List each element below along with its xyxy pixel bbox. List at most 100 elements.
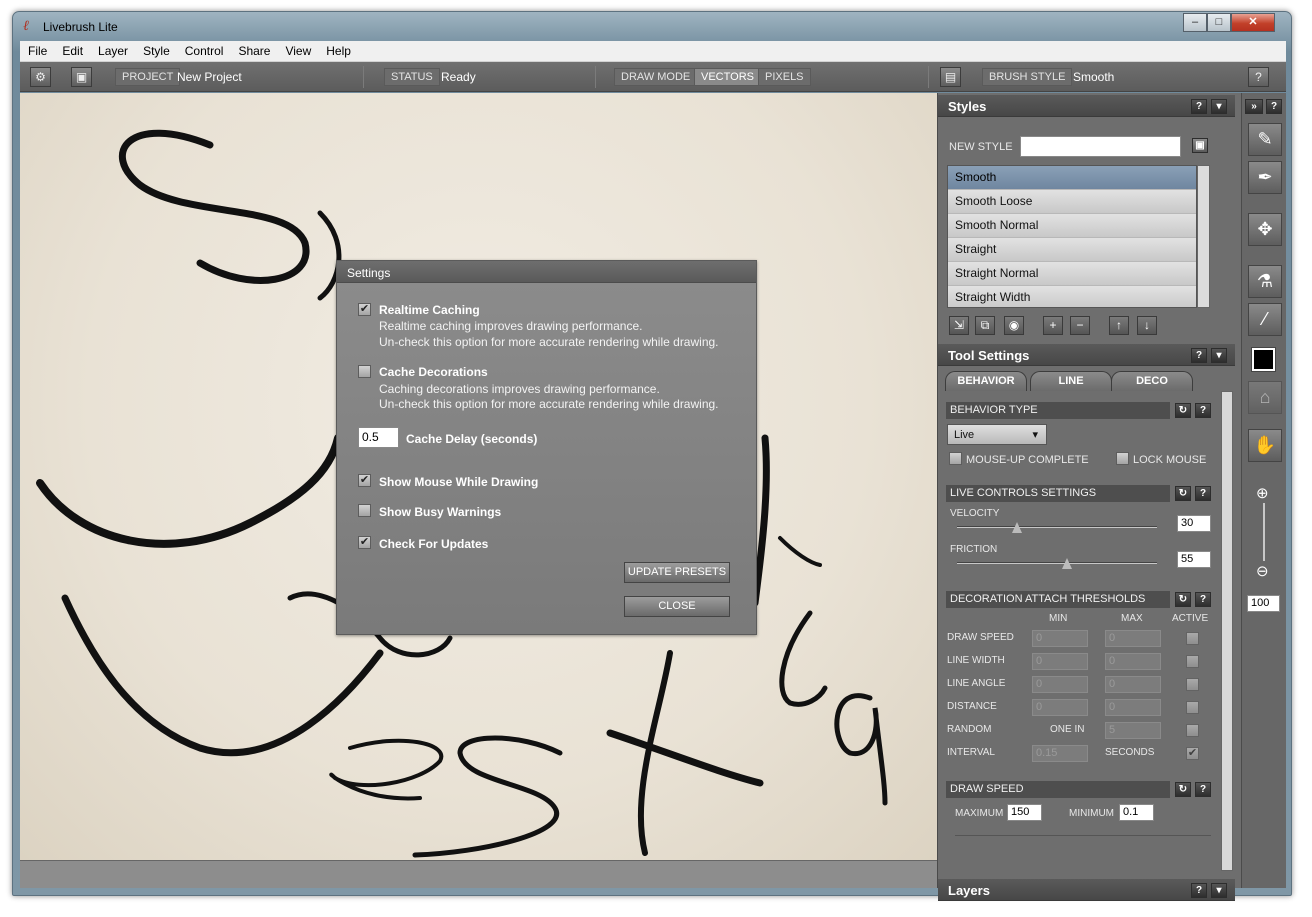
brush-preset-icon[interactable]: ▤ [940,67,961,87]
velocity-slider[interactable] [957,526,1157,528]
add-style-icon[interactable]: + [1043,316,1063,335]
line-angle-active-checkbox[interactable] [1186,678,1199,691]
import-style-icon[interactable]: ⇲ [949,316,969,335]
realtime-caching-checkbox[interactable]: ✔ [358,303,371,316]
menu-view[interactable]: View [277,41,318,58]
color-swatch[interactable] [1251,347,1276,372]
zoom-input[interactable]: 100 [1247,595,1280,612]
minimize-button[interactable]: – [1183,13,1207,32]
remove-style-icon[interactable]: − [1070,316,1090,335]
tab-behavior[interactable]: BEHAVIOR [945,371,1027,391]
reset-icon[interactable]: ↻ [1175,486,1191,501]
menu-layer[interactable]: Layer [90,41,135,58]
menu-file[interactable]: File [20,41,54,58]
pen-tool-icon[interactable]: ✒ [1248,161,1282,194]
line-width-active-checkbox[interactable] [1186,655,1199,668]
velocity-input[interactable]: 30 [1177,515,1211,532]
maximize-button[interactable]: □ [1207,13,1231,32]
update-presets-button[interactable]: UPDATE PRESETS [624,562,730,583]
line-angle-max[interactable]: 0 [1105,676,1161,693]
hand-tool-icon[interactable]: ✋ [1248,429,1282,462]
close-window-button[interactable]: ✕ [1231,13,1275,32]
tool-settings-collapse-icon[interactable]: ▾ [1211,348,1227,363]
save-disk-icon[interactable]: ▣ [71,67,92,87]
menu-edit[interactable]: Edit [54,41,90,58]
menu-share[interactable]: Share [230,41,277,58]
transform-tool-icon[interactable]: ✥ [1248,213,1282,246]
friction-slider[interactable] [957,562,1157,564]
velocity-slider-thumb[interactable] [1012,522,1022,533]
menu-control[interactable]: Control [177,41,231,58]
help-icon[interactable]: ? [1195,592,1211,607]
layers-help-icon[interactable]: ? [1191,883,1207,898]
distance-min[interactable]: 0 [1032,699,1088,716]
layers-collapse-icon[interactable]: ▾ [1211,883,1227,898]
random-value[interactable]: 5 [1105,722,1161,739]
minimum-input[interactable]: 0.1 [1119,804,1154,821]
help-icon[interactable]: ? [1195,782,1211,797]
list-item[interactable]: Straight Width [948,286,1196,307]
show-mouse-checkbox[interactable]: ✔ [358,474,371,487]
list-item[interactable]: Straight [948,238,1196,262]
fill-tool-icon[interactable]: ⚗ [1248,265,1282,298]
friction-input[interactable]: 55 [1177,551,1211,568]
list-item[interactable]: Smooth Normal [948,214,1196,238]
friction-slider-thumb[interactable] [1062,558,1072,569]
help-button[interactable]: ? [1248,67,1269,87]
menu-style[interactable]: Style [135,41,177,58]
close-button[interactable]: CLOSE [624,596,730,617]
distance-active-checkbox[interactable] [1186,701,1199,714]
mouse-up-complete-checkbox[interactable] [949,452,962,465]
zoom-slider[interactable] [1263,503,1265,561]
random-active-checkbox[interactable] [1186,724,1199,737]
distance-max[interactable]: 0 [1105,699,1161,716]
styles-help-icon[interactable]: ? [1191,99,1207,114]
check-updates-checkbox[interactable]: ✔ [358,536,371,549]
vectors-button[interactable]: VECTORS [694,68,761,86]
line-width-min[interactable]: 0 [1032,653,1088,670]
eyedropper-icon[interactable]: ⁄ [1248,303,1282,336]
pixels-button[interactable]: PIXELS [758,68,811,86]
move-down-icon[interactable]: ↓ [1137,316,1157,335]
interval-active-checkbox[interactable]: ✔ [1186,747,1199,760]
reset-icon[interactable]: ↻ [1175,403,1191,418]
tool-settings-scrollbar[interactable] [1221,391,1233,871]
maximum-input[interactable]: 150 [1007,804,1042,821]
rail-help-icon[interactable]: ? [1266,99,1282,114]
reset-icon[interactable]: ↻ [1175,592,1191,607]
save-style-icon[interactable]: ▣ [1192,138,1208,153]
brush-palette-icon[interactable]: ✎ [1248,123,1282,156]
menu-help[interactable]: Help [318,41,358,58]
settings-gear-icon[interactable]: ⚙ [30,67,51,87]
lock-mouse-checkbox[interactable] [1116,452,1129,465]
draw-speed-max[interactable]: 0 [1105,630,1161,647]
show-busy-checkbox[interactable] [358,504,371,517]
tab-line[interactable]: LINE [1030,371,1112,391]
move-up-icon[interactable]: ↑ [1109,316,1129,335]
styles-collapse-icon[interactable]: ▾ [1211,99,1227,114]
zoom-out-icon[interactable]: ⊖ [1256,562,1269,580]
duplicate-style-icon[interactable]: ⧉ [975,316,995,335]
lock-icon[interactable]: ⌂ [1248,381,1282,414]
expand-icon[interactable]: » [1245,99,1263,114]
list-item[interactable]: Straight Normal [948,262,1196,286]
zoom-in-icon[interactable]: ⊕ [1256,484,1269,502]
behavior-type-select[interactable]: Live ▾ [947,424,1047,445]
draw-speed-active-checkbox[interactable] [1186,632,1199,645]
list-item[interactable]: Smooth Loose [948,190,1196,214]
cache-delay-input[interactable]: 0.5 [358,427,399,448]
interval-value[interactable]: 0.15 [1032,745,1088,762]
line-angle-min[interactable]: 0 [1032,676,1088,693]
tab-deco[interactable]: DECO [1111,371,1193,391]
reset-icon[interactable]: ↻ [1175,782,1191,797]
draw-speed-min[interactable]: 0 [1032,630,1088,647]
help-icon[interactable]: ? [1195,486,1211,501]
cache-decorations-checkbox[interactable] [358,365,371,378]
tool-settings-help-icon[interactable]: ? [1191,348,1207,363]
title-bar[interactable]: ℓ Livebrush Lite – □ ✕ [13,12,1291,43]
help-icon[interactable]: ? [1195,403,1211,418]
list-item[interactable]: Smooth [948,166,1196,190]
styles-scrollbar[interactable] [1197,165,1210,308]
new-style-input[interactable] [1020,136,1181,157]
line-width-max[interactable]: 0 [1105,653,1161,670]
